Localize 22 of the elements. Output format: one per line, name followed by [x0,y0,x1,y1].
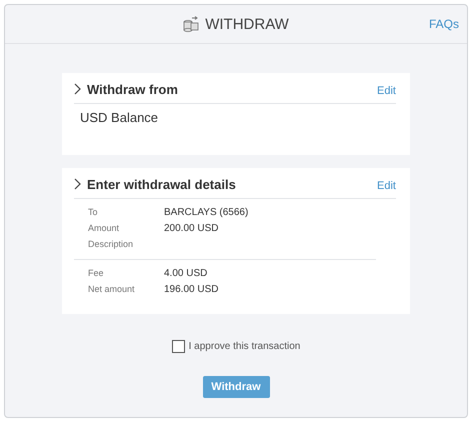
section-title: Enter withdrawal details [87,176,237,192]
field-label: Net amount [88,284,136,296]
field-label: To [88,207,99,219]
coins-icon [183,16,200,32]
section-value: USD Balance [79,109,160,127]
field-value: 200.00 USD [164,223,220,235]
field-label: Amount [88,223,120,235]
approve-label: I approve this transaction [188,341,300,352]
section-title: Withdraw from [87,82,179,96]
page-title: WITHDRAW [205,16,289,32]
edit-link[interactable]: Edit [377,176,396,192]
faqs-link[interactable]: FAQs [428,17,459,31]
field-label: Fee [88,268,105,280]
edit-link[interactable]: Edit [377,81,396,97]
approve-checkbox[interactable] [172,340,185,353]
field-value: 4.00 USD [164,268,208,280]
chevron-icon [74,178,81,190]
withdraw-button[interactable]: Withdraw [202,376,270,398]
field-value: 196.00 USD [164,284,220,296]
chevron-icon [74,83,81,95]
field-value: BARCLAYS (6566) [164,207,250,219]
field-label: Description [88,239,134,251]
